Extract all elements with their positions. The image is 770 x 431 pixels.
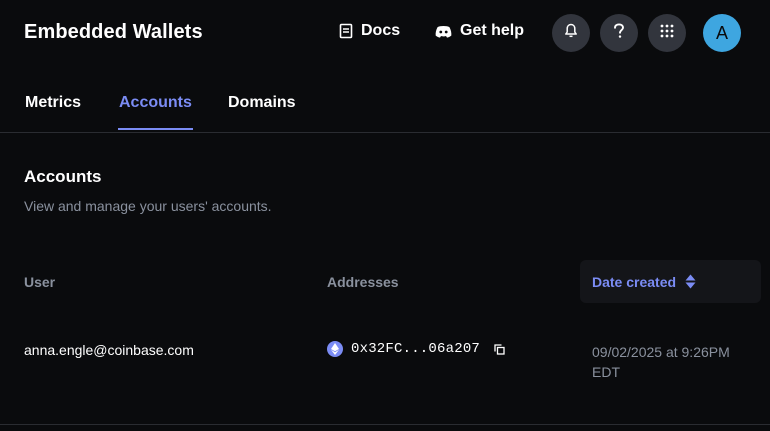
- notifications-button[interactable]: [552, 14, 590, 52]
- docs-label: Docs: [361, 22, 401, 39]
- help-icon: [613, 22, 625, 44]
- tab-metrics[interactable]: Metrics: [25, 94, 81, 112]
- section-title: Accounts: [24, 167, 102, 186]
- sort-icon: [685, 274, 696, 289]
- bell-icon: [564, 23, 578, 43]
- apps-menu-button[interactable]: [648, 14, 686, 52]
- app-title: Embedded Wallets: [24, 21, 203, 43]
- date-created-value: 09/02/2025 at 9:26PM: [592, 344, 730, 360]
- column-header-addresses: Addresses: [327, 274, 399, 290]
- help-button[interactable]: [600, 14, 638, 52]
- user-avatar[interactable]: A: [703, 14, 741, 52]
- copy-icon[interactable]: [494, 343, 505, 355]
- section-description: View and manage your users' accounts.: [24, 198, 272, 214]
- row-divider: [0, 424, 770, 425]
- wallet-address: 0x32FC...06a207: [351, 341, 481, 357]
- docs-link[interactable]: Docs: [339, 22, 400, 40]
- get-help-link[interactable]: Get help: [435, 22, 524, 40]
- tab-accounts[interactable]: Accounts: [119, 94, 192, 112]
- user-email: anna.engle@coinbase.com: [24, 342, 194, 358]
- date-created-label: Date created: [592, 273, 677, 290]
- address-cell: 0x32FC...06a207: [327, 341, 505, 357]
- docs-icon: [339, 23, 353, 39]
- tab-bar: Metrics Accounts Domains: [0, 66, 770, 133]
- top-header: Embedded Wallets Docs Get help A: [0, 0, 770, 66]
- discord-icon: [435, 25, 452, 38]
- get-help-label: Get help: [460, 22, 525, 39]
- date-created-timezone: EDT: [592, 364, 620, 380]
- column-header-user: User: [24, 274, 56, 290]
- apps-grid-icon: [660, 24, 674, 43]
- column-header-date-created[interactable]: Date created: [580, 260, 761, 303]
- active-tab-indicator: [118, 128, 193, 130]
- ethereum-icon: [327, 341, 343, 357]
- tab-domains[interactable]: Domains: [228, 94, 296, 112]
- date-created-cell: 09/02/2025 at 9:26PM EDT: [592, 342, 762, 382]
